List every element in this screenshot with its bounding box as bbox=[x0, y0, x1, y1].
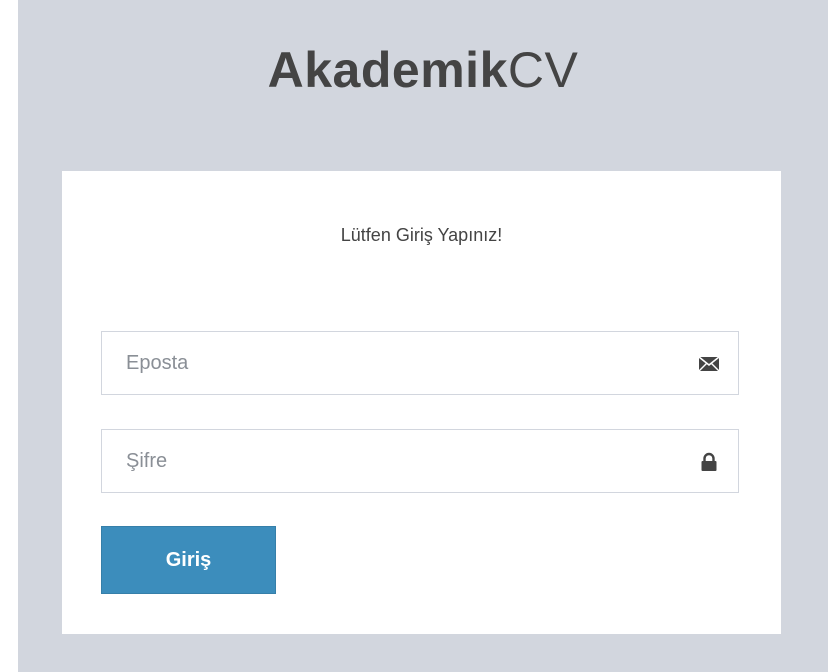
login-message: Lütfen Giriş Yapınız! bbox=[340, 225, 503, 245]
logo-light-text: CV bbox=[507, 42, 579, 98]
lock-icon bbox=[698, 452, 720, 472]
password-input[interactable] bbox=[102, 430, 738, 492]
email-input[interactable] bbox=[102, 332, 738, 394]
logo-bold-text: Akademik bbox=[267, 42, 508, 98]
login-button[interactable]: Giriş bbox=[101, 526, 276, 594]
envelope-icon bbox=[698, 354, 720, 374]
login-box: Lütfen Giriş Yapınız! Giriş bbox=[62, 171, 781, 634]
app-logo: AkademikCV bbox=[18, 40, 828, 100]
email-field bbox=[101, 331, 739, 395]
password-field bbox=[101, 429, 739, 493]
login-page: AkademikCV Lütfen Giriş Yapınız! Eposta … bbox=[18, 0, 828, 672]
